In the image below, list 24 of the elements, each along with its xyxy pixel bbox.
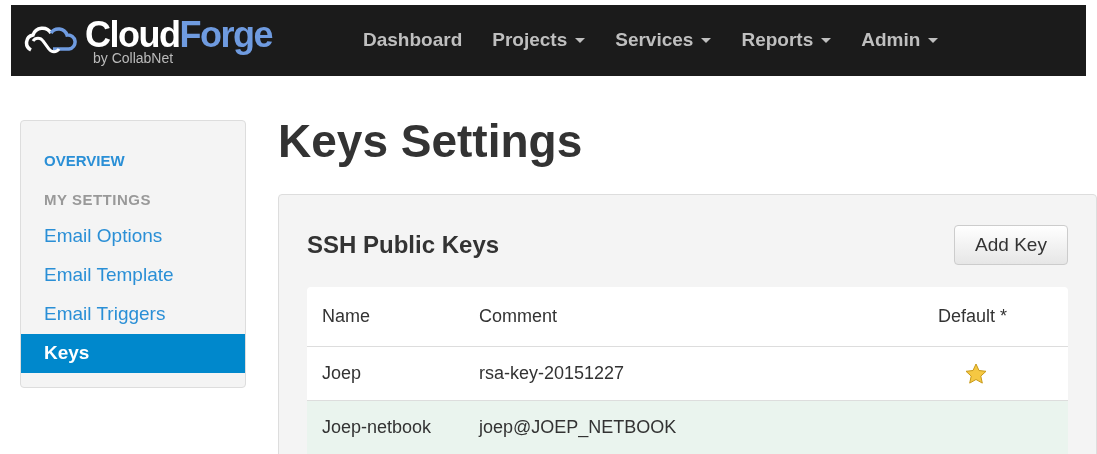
column-header: Name: [321, 305, 371, 328]
table-cell-text: Joep: [321, 362, 363, 385]
logo-text: Forge: [179, 16, 272, 53]
nav-menu-item[interactable]: Projects: [492, 26, 586, 55]
sidebar-item[interactable]: Keys: [21, 334, 245, 373]
table-cell-text: rsa-key-20151227: [479, 362, 626, 385]
logo-text: Cloud: [85, 16, 180, 53]
caret-icon: [701, 38, 712, 43]
caret-icon: [928, 38, 939, 43]
panel-title: SSH Public Keys: [307, 230, 500, 260]
nav-menu-item[interactable]: Admin: [861, 26, 939, 55]
table-cell-text: Joep-netbook: [321, 416, 433, 439]
column-header: Default *: [938, 305, 1009, 328]
caret-icon: [575, 38, 586, 43]
logo-tagline: by CollabNet: [93, 50, 175, 65]
add-key-button[interactable]: Add Key: [954, 225, 1068, 265]
table-cell-text: joep@JOEP_NETBOOK: [479, 416, 678, 440]
caret-icon: [821, 38, 832, 43]
column-header: Comment: [479, 305, 559, 328]
nav-menu-item[interactable]: Services: [615, 26, 712, 55]
sidebar-section-heading: MY SETTINGS: [43, 189, 152, 210]
table-row[interactable]: Joep-netbook joep@JOEP_NETBOOK: [307, 401, 1068, 454]
nav-menu-item[interactable]: Reports: [741, 26, 832, 55]
nav-menu-item[interactable]: Dashboard: [363, 26, 463, 55]
